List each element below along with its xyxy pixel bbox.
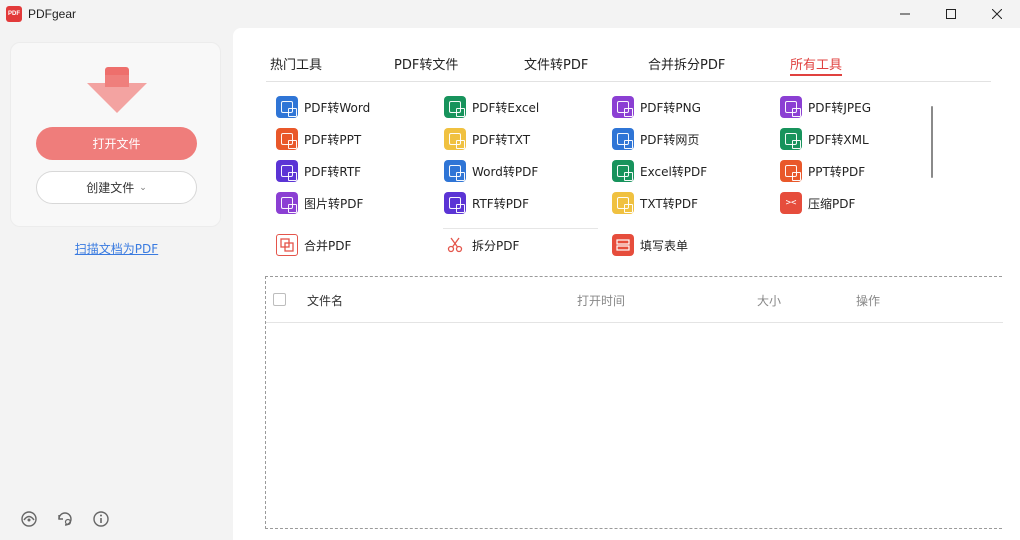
open-file-card: 打开文件 创建文件 ⌄ xyxy=(10,42,221,227)
sidebar: 打开文件 创建文件 ⌄ 扫描文档为PDF xyxy=(0,28,233,540)
maximize-icon xyxy=(946,9,956,19)
info-icon[interactable] xyxy=(92,510,110,528)
html-icon xyxy=(612,128,634,150)
tool-pdf-to-ppt[interactable]: PDF转PPT xyxy=(276,127,361,151)
window-controls xyxy=(882,0,1020,28)
chevron-down-icon: ⌄ xyxy=(139,182,147,193)
app-logo-icon: PDF xyxy=(6,6,22,22)
compress-icon: >< xyxy=(780,192,802,214)
minimize-icon xyxy=(900,13,910,15)
recent-files-table[interactable]: 文件名 打开时间 大小 操作 xyxy=(265,276,1003,529)
tool-pdf-to-word[interactable]: PDF转Word xyxy=(276,95,370,119)
excel-icon xyxy=(444,96,466,118)
close-button[interactable] xyxy=(974,0,1020,28)
jpeg-icon xyxy=(780,96,802,118)
tool-rtf-to-pdf[interactable]: RTF转PDF xyxy=(444,191,529,215)
update-settings-icon[interactable] xyxy=(56,510,74,528)
tab-pdf-to-file[interactable]: PDF转文件 xyxy=(394,50,458,82)
tool-pdf-to-jpeg[interactable]: PDF转JPEG xyxy=(780,95,871,119)
tool-tabs: 热门工具 PDF转文件 文件转PDF 合并拆分PDF 所有工具 xyxy=(266,50,991,82)
close-icon xyxy=(992,9,1002,19)
txt-doc-icon xyxy=(612,192,634,214)
column-open-time[interactable]: 打开时间 xyxy=(577,292,625,309)
txt-icon xyxy=(444,128,466,150)
tool-pdf-to-xml[interactable]: PDF转XML xyxy=(780,127,869,151)
create-file-button[interactable]: 创建文件 ⌄ xyxy=(36,171,197,204)
tab-hot-tools[interactable]: 热门工具 xyxy=(270,50,322,82)
word-doc-icon xyxy=(444,160,466,182)
form-icon xyxy=(612,234,634,256)
tool-fill-form[interactable]: 填写表单 xyxy=(612,233,688,257)
column-actions: 操作 xyxy=(856,294,881,308)
tool-image-to-pdf[interactable]: 图片转PDF xyxy=(276,191,363,215)
tool-split-pdf[interactable]: 拆分PDF xyxy=(444,233,519,257)
rtf-icon xyxy=(276,160,298,182)
merge-icon xyxy=(276,234,298,256)
main-panel: 热门工具 PDF转文件 文件转PDF 合并拆分PDF 所有工具 PDF转Word… xyxy=(233,28,1020,540)
download-arrow-icon xyxy=(87,67,147,113)
column-size[interactable]: 大小 xyxy=(757,292,781,309)
tool-pdf-to-txt[interactable]: PDF转TXT xyxy=(444,127,530,151)
support-icon[interactable] xyxy=(20,510,38,528)
tool-pdf-to-rtf[interactable]: PDF转RTF xyxy=(276,159,361,183)
tab-merge-split[interactable]: 合并拆分PDF xyxy=(648,50,725,82)
create-file-label: 创建文件 xyxy=(86,181,135,195)
tool-word-to-pdf[interactable]: Word转PDF xyxy=(444,159,538,183)
tool-merge-pdf[interactable]: 合并PDF xyxy=(276,233,351,257)
column-file-name[interactable]: 文件名 xyxy=(307,292,343,309)
open-file-button[interactable]: 打开文件 xyxy=(36,127,197,160)
tool-pdf-to-html[interactable]: PDF转网页 xyxy=(612,127,699,151)
scissors-icon xyxy=(444,234,466,256)
image-icon xyxy=(276,192,298,214)
divider xyxy=(443,228,598,229)
tool-txt-to-pdf[interactable]: TXT转PDF xyxy=(612,191,698,215)
tool-compress-pdf[interactable]: >< 压缩PDF xyxy=(780,191,855,215)
app-title: PDFgear xyxy=(28,7,77,21)
table-header: 文件名 打开时间 大小 操作 xyxy=(266,277,1003,323)
tools-scrollbar[interactable] xyxy=(931,106,933,178)
title-bar: PDF PDFgear xyxy=(0,0,1020,28)
tool-pdf-to-png[interactable]: PDF转PNG xyxy=(612,95,701,119)
ppt-doc-icon xyxy=(780,160,802,182)
png-icon xyxy=(612,96,634,118)
tab-file-to-pdf[interactable]: 文件转PDF xyxy=(524,50,588,82)
tool-ppt-to-pdf[interactable]: PPT转PDF xyxy=(780,159,865,183)
word-icon xyxy=(276,96,298,118)
ppt-icon xyxy=(276,128,298,150)
xml-icon xyxy=(780,128,802,150)
excel-doc-icon xyxy=(612,160,634,182)
scan-to-pdf-link[interactable]: 扫描文档为PDF xyxy=(0,240,233,257)
tool-excel-to-pdf[interactable]: Excel转PDF xyxy=(612,159,707,183)
tab-all-tools[interactable]: 所有工具 xyxy=(790,50,843,82)
footer-icons xyxy=(20,510,110,528)
maximize-button[interactable] xyxy=(928,0,974,28)
tool-pdf-to-excel[interactable]: PDF转Excel xyxy=(444,95,539,119)
minimize-button[interactable] xyxy=(882,0,928,28)
select-all-checkbox[interactable] xyxy=(273,293,286,306)
rtf-doc-icon xyxy=(444,192,466,214)
